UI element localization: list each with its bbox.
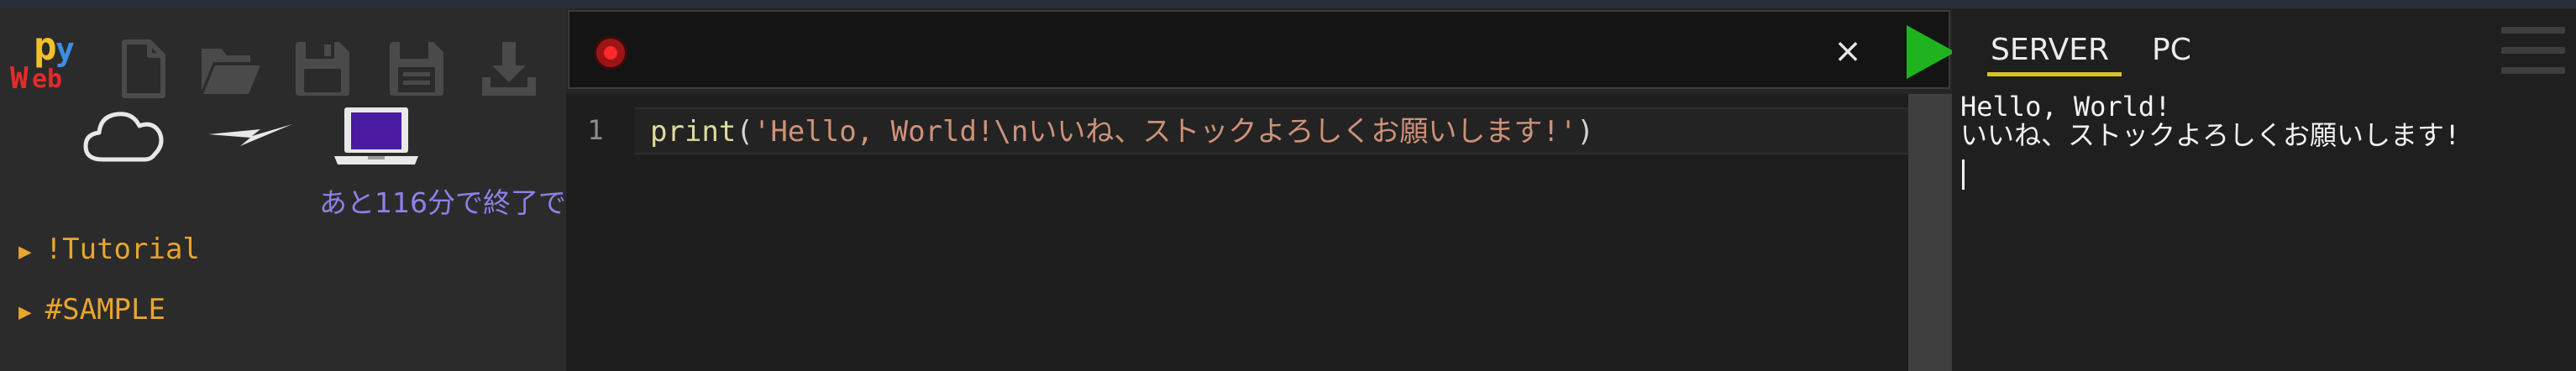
download-icon xyxy=(482,42,536,96)
tree-item-sample[interactable]: ▶ #SAMPLE xyxy=(18,290,165,329)
expand-arrow-icon: ▶ xyxy=(18,300,32,325)
tab-server[interactable]: SERVER xyxy=(1991,27,2109,74)
pyweb-logo[interactable]: p y W eb xyxy=(10,27,94,99)
connection-status[interactable] xyxy=(207,118,294,156)
save-icon xyxy=(296,42,349,96)
menu-bar-icon xyxy=(2501,27,2565,34)
menu-bar-icon xyxy=(2501,67,2565,74)
line-number: 1 xyxy=(587,114,604,146)
editor-toolbar: × xyxy=(568,10,1955,89)
code-line-active[interactable]: print('Hello, World!\nいいね、ストックよろしくお願いします… xyxy=(635,107,1920,154)
lightning-icon xyxy=(208,124,292,146)
download-button[interactable] xyxy=(477,37,541,101)
menu-button[interactable] xyxy=(2501,27,2565,86)
active-tab-indicator xyxy=(1987,72,2122,76)
close-tab-button[interactable]: × xyxy=(1831,32,1865,71)
logo-letter-y: y xyxy=(55,31,75,68)
code-text: print('Hello, World!\nいいね、ストックよろしくお願いします… xyxy=(650,111,1594,153)
code-editor[interactable]: print('Hello, World!\nいいね、ストックよろしくお願いします… xyxy=(635,94,1920,371)
local-pc-status[interactable] xyxy=(333,102,420,171)
save-as-button[interactable] xyxy=(385,37,449,101)
cloud-status[interactable] xyxy=(81,106,168,166)
play-icon xyxy=(1907,25,1955,79)
tab-pc[interactable]: PC xyxy=(2152,27,2191,74)
logo-letter-w: W xyxy=(10,61,29,96)
editor-scrollbar[interactable] xyxy=(1908,94,1952,371)
console-line: Hello, World! xyxy=(1960,91,2171,123)
new-file-button[interactable] xyxy=(111,37,175,101)
code-function-token: print xyxy=(650,115,737,149)
code-paren-open: ( xyxy=(736,115,753,149)
tree-item-label: #SAMPLE xyxy=(45,293,165,327)
tree-item-tutorial[interactable]: ▶ !Tutorial xyxy=(18,230,200,269)
open-file-button[interactable] xyxy=(198,37,262,101)
save-as-icon xyxy=(390,42,443,96)
line-number-gutter: 1 xyxy=(566,94,635,371)
console-output[interactable]: Hello, World! いいね、ストックよろしくお願いします! xyxy=(1960,92,2565,149)
tree-item-label: !Tutorial xyxy=(45,233,200,266)
console-line: いいね、ストックよろしくお願いします! xyxy=(1960,119,2461,151)
session-remaining-time: あと116分で終了で xyxy=(319,186,566,219)
menu-bar-icon xyxy=(2501,47,2565,54)
expand-arrow-icon: ▶ xyxy=(18,239,32,264)
app-window: p y W eb あと116分で終了で ▶ !Tutorial ▶ #SAMPL… xyxy=(0,0,2576,371)
cloud-icon xyxy=(83,112,164,162)
code-string-token: 'Hello, World!\nいいね、ストックよろしくお願いします!' xyxy=(753,115,1577,149)
code-paren-close: ) xyxy=(1577,115,1594,149)
console-cursor xyxy=(1962,159,1965,190)
record-button[interactable] xyxy=(596,39,625,67)
logo-letters-eb: eb xyxy=(32,65,63,94)
logo-letter-p: p xyxy=(34,24,57,69)
open-folder-icon xyxy=(202,49,260,94)
output-panel: SERVER PC Hello, World! いいね、ストックよろしくお願いしま… xyxy=(1952,8,2576,371)
save-button[interactable] xyxy=(291,37,354,101)
sidebar: p y W eb あと116分で終了で ▶ !Tutorial ▶ #SAMPL… xyxy=(0,8,566,371)
editor-area: × 1 print('Hello, World!\nいいね、ストックよろしくお願… xyxy=(566,8,1955,371)
run-button[interactable] xyxy=(1903,24,1957,81)
new-file-icon xyxy=(122,39,165,98)
laptop-icon xyxy=(334,107,418,165)
top-strip xyxy=(0,0,2576,8)
